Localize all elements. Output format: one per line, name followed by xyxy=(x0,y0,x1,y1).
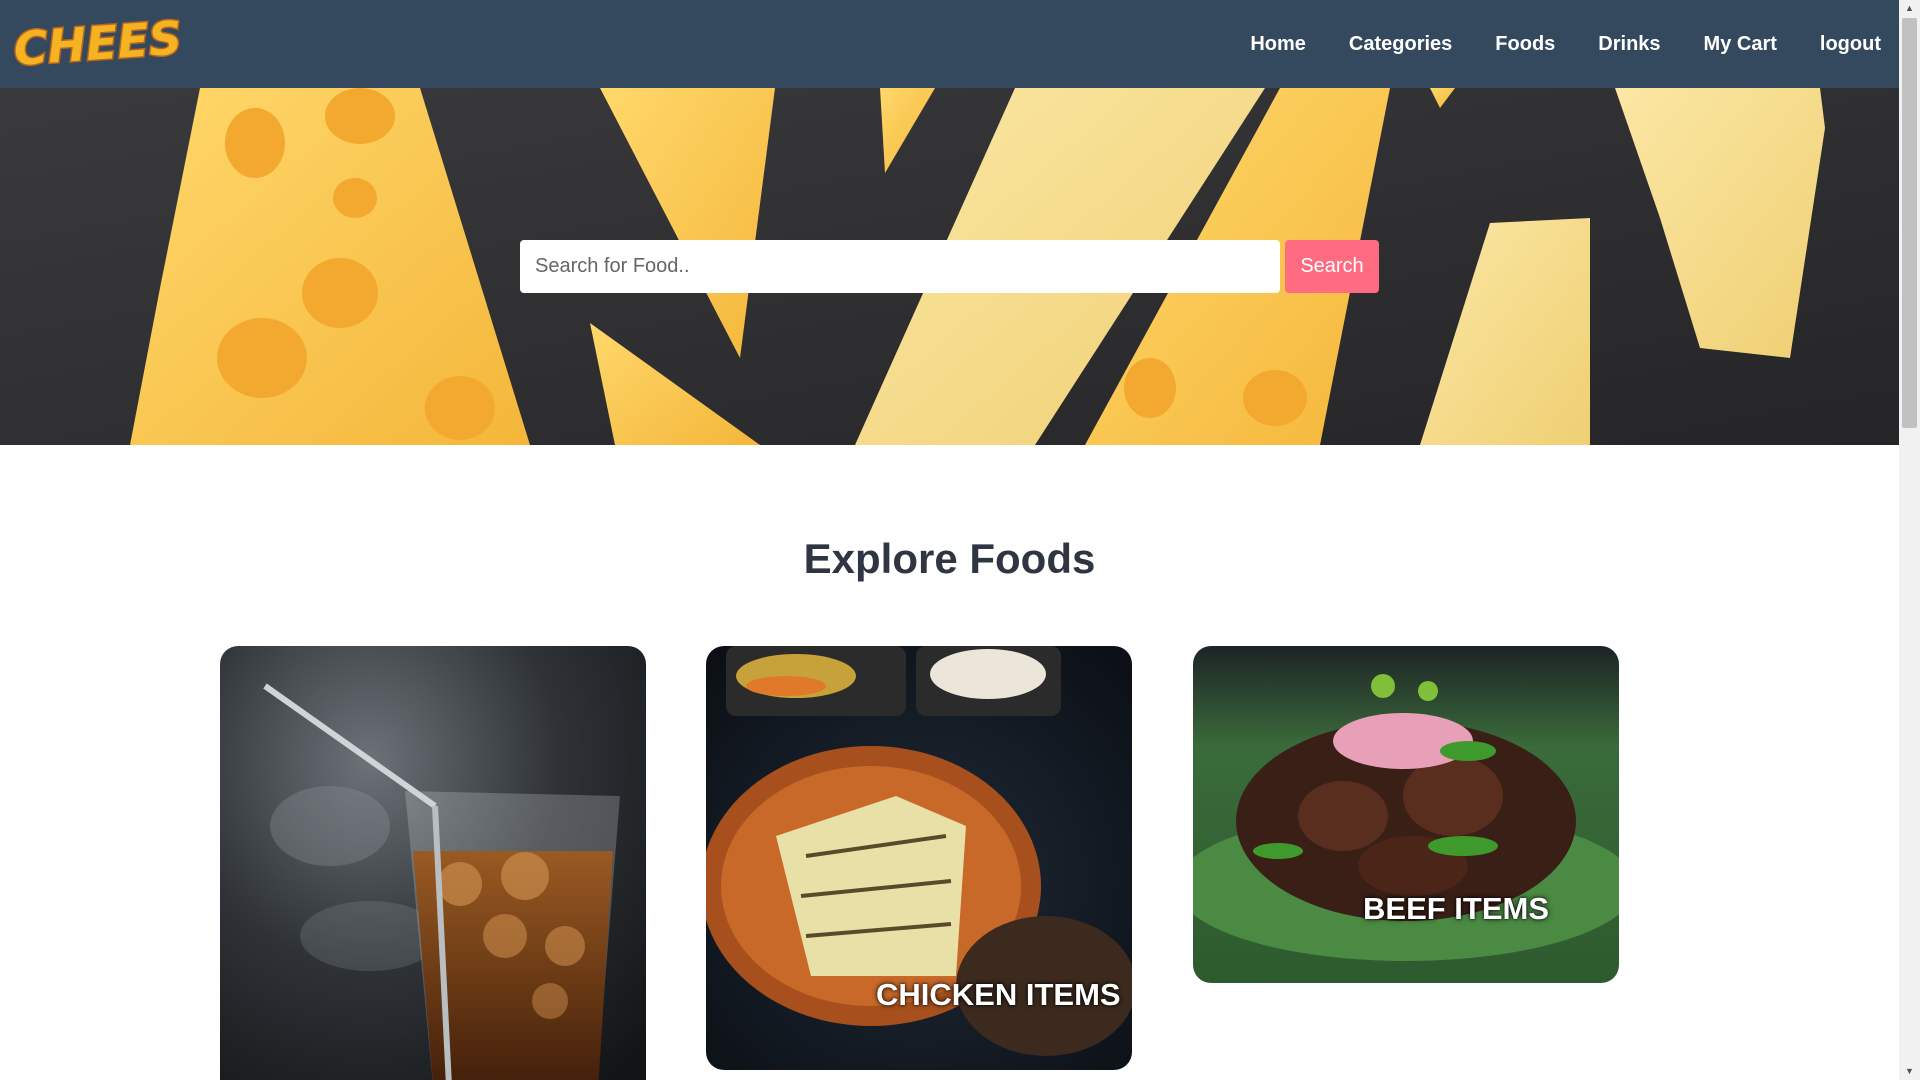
beef-items-label: BEEF ITEMS xyxy=(1363,891,1550,926)
svg-text:CHEESY!: CHEESY! xyxy=(12,8,180,76)
nav-categories-link[interactable]: Categories xyxy=(1349,33,1452,56)
page-scrollbar[interactable]: ▲ ▼ xyxy=(1899,0,1920,1080)
scroll-up-arrow-icon[interactable]: ▲ xyxy=(1899,0,1920,17)
scroll-down-arrow-icon[interactable]: ▼ xyxy=(1899,1063,1920,1080)
top-navbar: CHEESY! Home Categories Foods Drinks My … xyxy=(0,0,1899,88)
beef-fry-image xyxy=(1193,646,1619,983)
iced-drink-image xyxy=(220,646,646,1080)
hero-banner: Search xyxy=(0,88,1899,445)
nav-home-link[interactable]: Home xyxy=(1250,33,1306,56)
cheesy-logo[interactable]: CHEESY! xyxy=(8,8,180,80)
scrollbar-thumb[interactable] xyxy=(1902,18,1917,428)
nav-logout-link[interactable]: logout xyxy=(1820,33,1881,56)
category-card-chicken-items[interactable]: CHICKEN ITEMS xyxy=(706,646,1132,1070)
food-search-input[interactable] xyxy=(520,240,1280,293)
nav-drinks-link[interactable]: Drinks xyxy=(1598,33,1660,56)
chicken-items-label: CHICKEN ITEMS xyxy=(876,977,1121,1012)
category-card-beef-items[interactable]: BEEF ITEMS xyxy=(1193,646,1619,983)
explore-foods-heading: Explore Foods xyxy=(803,535,1096,582)
nav-my-cart-link[interactable]: My Cart xyxy=(1704,33,1777,56)
search-button[interactable]: Search xyxy=(1285,240,1379,293)
category-card-drinks[interactable] xyxy=(220,646,646,1080)
nav-links: Home Categories Foods Drinks My Cart log… xyxy=(1207,33,1881,56)
search-bar: Search xyxy=(520,240,1379,293)
nav-foods-link[interactable]: Foods xyxy=(1495,33,1555,56)
